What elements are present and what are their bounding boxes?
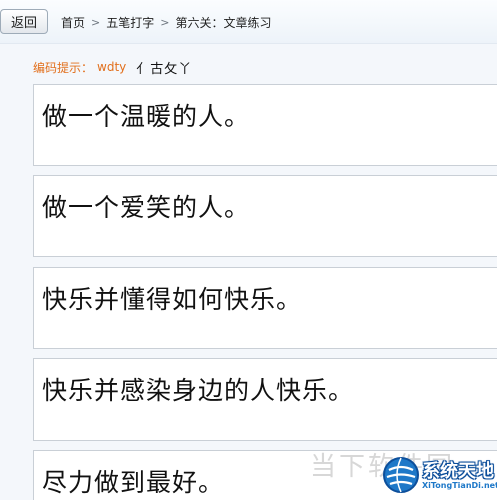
practice-sentence-card[interactable]: 做一个温暖的人。 — [33, 84, 497, 166]
encoding-hint-label: 编码提示： — [33, 60, 94, 75]
practice-sentence-text: 快乐并感染身边的人快乐。 — [42, 376, 355, 405]
encoding-hint-roots: 亻古攵丫 — [136, 61, 193, 77]
encoding-hint-code: wdty — [97, 60, 127, 74]
breadcrumb-current-level: 第六关：文章练习 — [175, 15, 272, 30]
practice-sentence-card[interactable]: 尽力做到最好。 — [33, 450, 497, 500]
practice-sentence-text: 快乐并懂得如何快乐。 — [42, 285, 303, 314]
breadcrumb-separator: > — [91, 15, 101, 29]
practice-sentence-text: 做一个爱笑的人。 — [42, 193, 251, 222]
encoding-hint: 编码提示： wdty 亻古攵丫 — [33, 58, 193, 77]
back-button[interactable]: 返回 — [0, 9, 48, 34]
breadcrumb: 首页 > 五笔打字 > 第六关：文章练习 — [61, 13, 271, 31]
practice-sentence-text: 尽力做到最好。 — [42, 468, 225, 497]
practice-sentence-card[interactable]: 快乐并懂得如何快乐。 — [33, 267, 497, 349]
breadcrumb-wubi-typing[interactable]: 五笔打字 — [106, 14, 154, 31]
practice-sentence-text: 做一个温暖的人。 — [42, 102, 251, 131]
breadcrumb-separator: > — [160, 15, 170, 29]
breadcrumb-home[interactable]: 首页 — [61, 14, 85, 31]
top-toolbar: 返回 首页 > 五笔打字 > 第六关：文章练习 — [0, 0, 497, 44]
practice-sentence-card[interactable]: 快乐并感染身边的人快乐。 — [33, 358, 497, 441]
practice-sentence-card[interactable]: 做一个爱笑的人。 — [33, 175, 497, 257]
